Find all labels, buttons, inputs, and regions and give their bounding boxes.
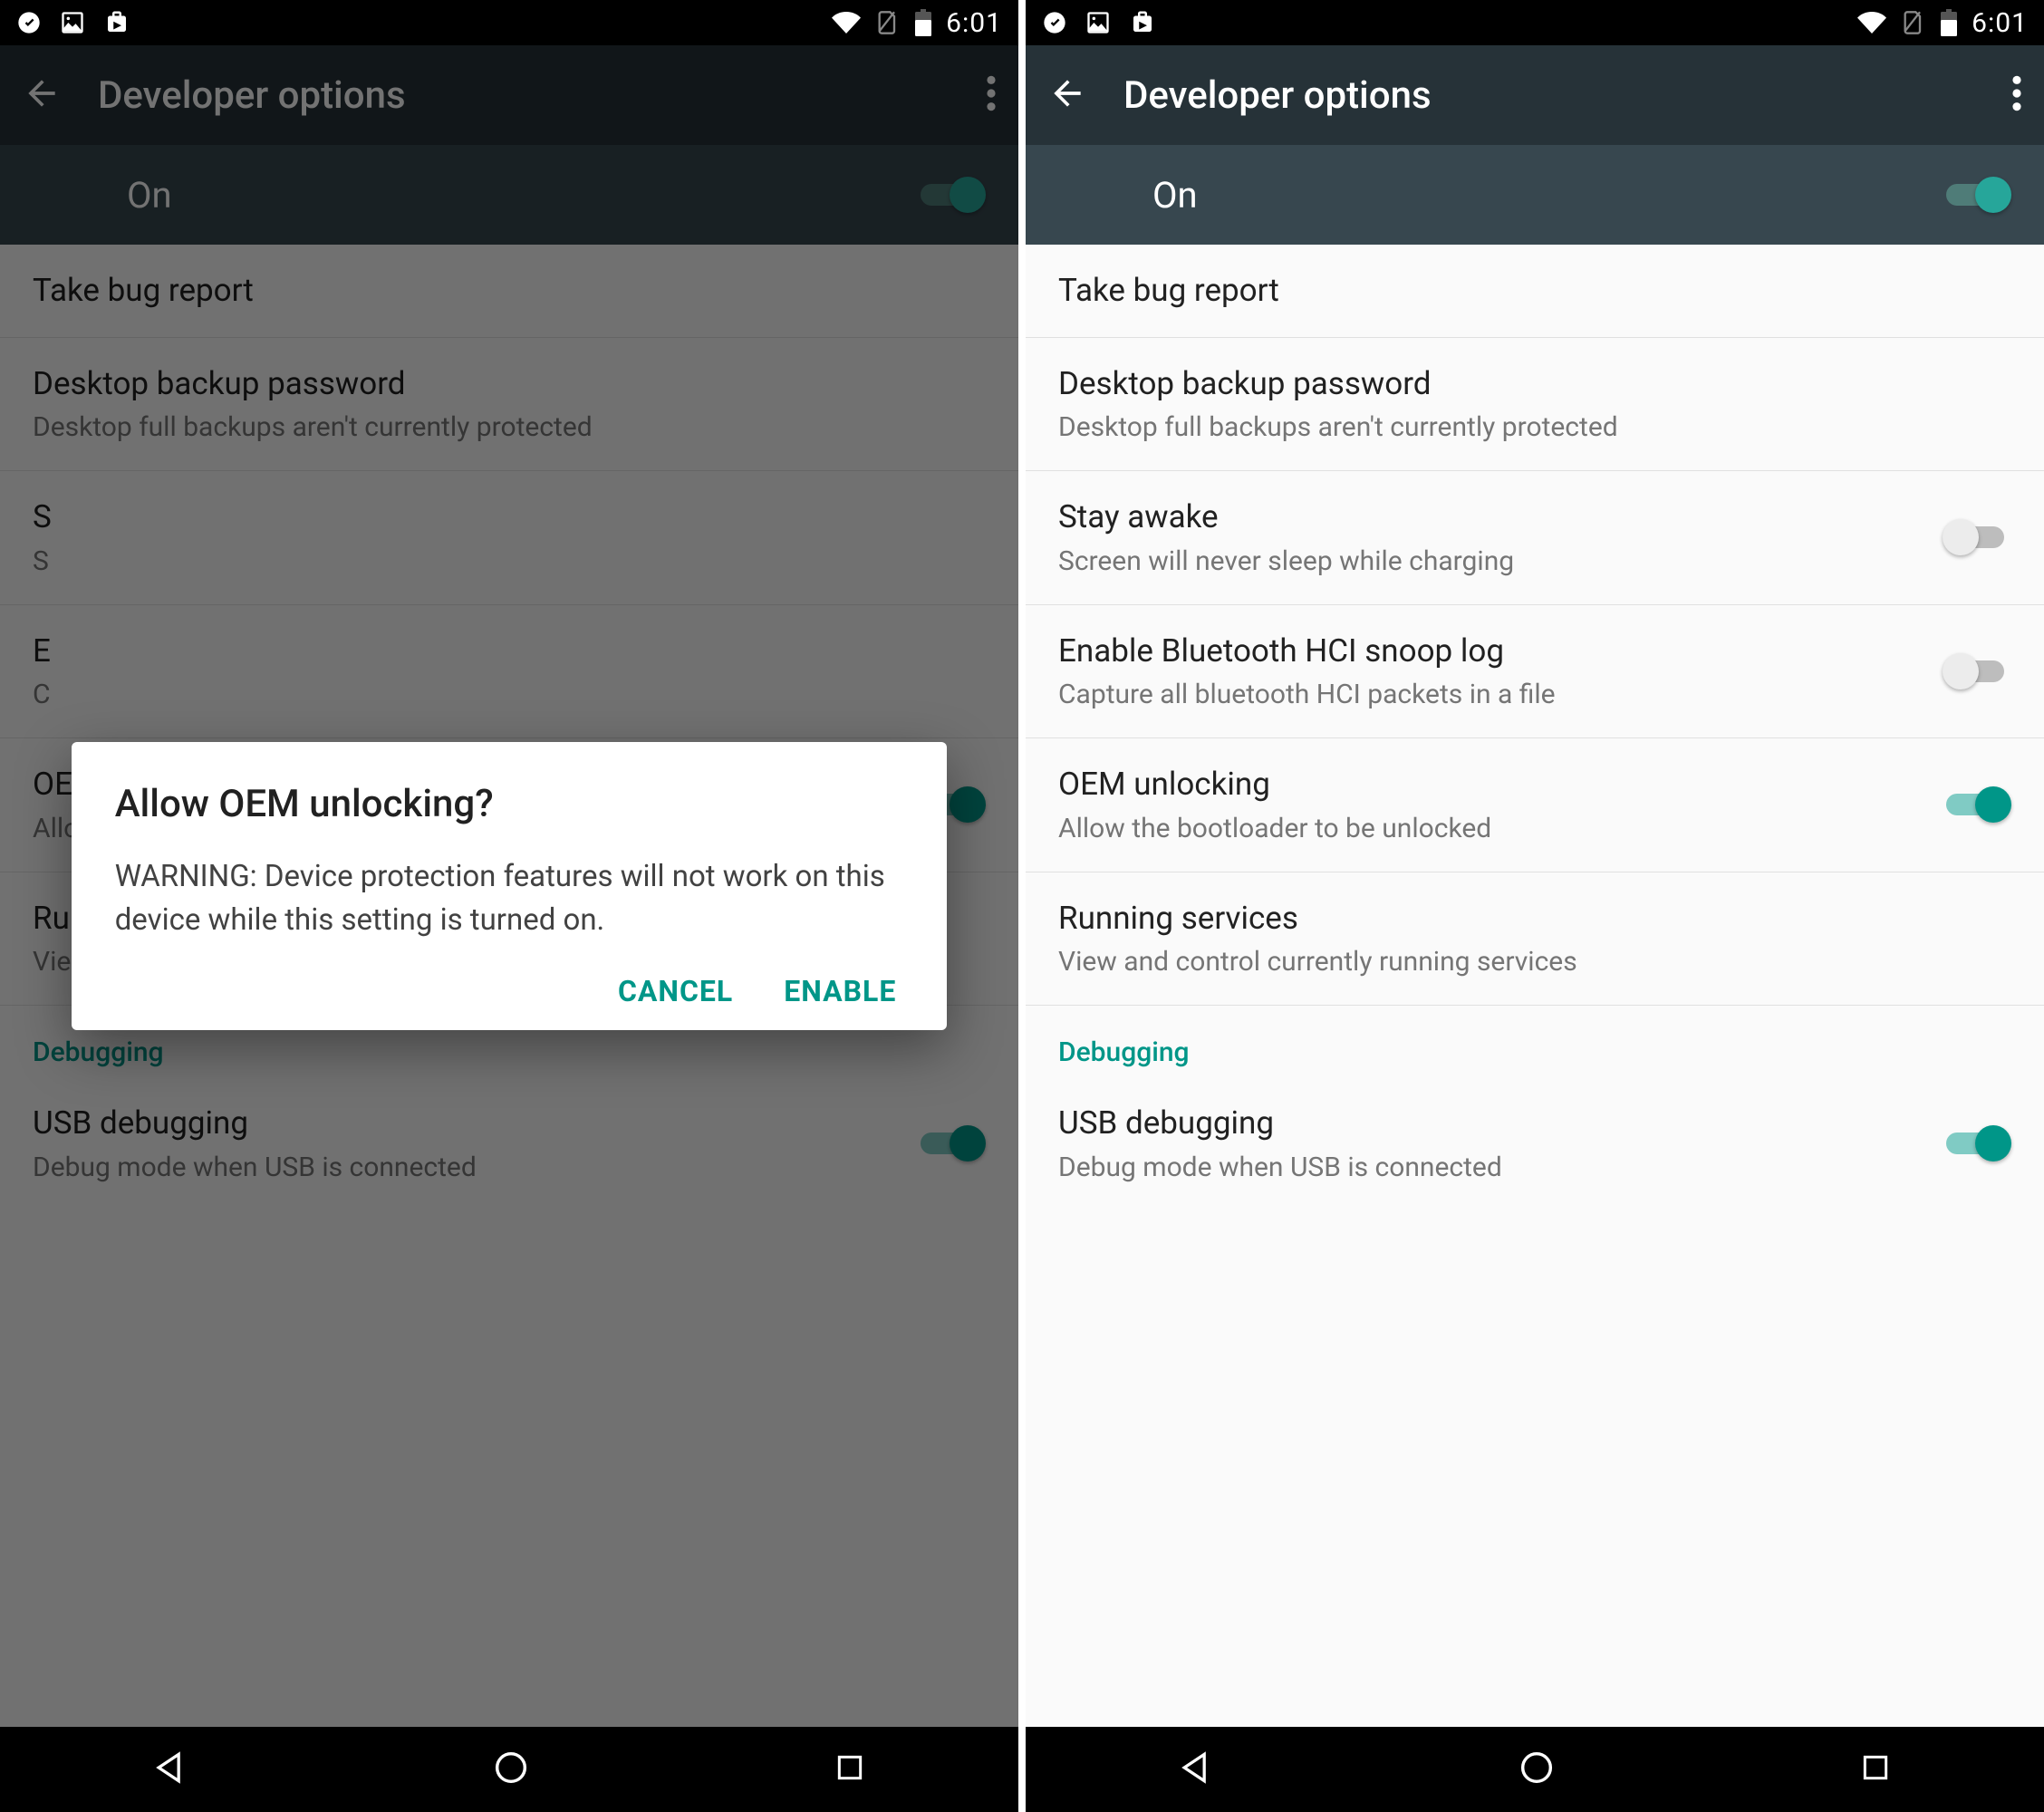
item-primary: OEM unlocking [1058, 764, 1915, 805]
dialog-title: Allow OEM unlocking? [115, 782, 904, 826]
master-toggle-label: On [1152, 174, 1198, 217]
bluetooth-hci-item[interactable]: Enable Bluetooth HCI snoop log Capture a… [1026, 605, 2044, 739]
nav-recent-icon[interactable] [1857, 1749, 1894, 1789]
stay-awake-switch[interactable] [1943, 516, 2011, 558]
settings-list: Take bug report Desktop backup password … [1026, 245, 2044, 1727]
item-secondary: Allow the bootloader to be unlocked [1058, 811, 1915, 846]
battery-icon [1941, 9, 1957, 36]
navigation-bar [1026, 1727, 2044, 1812]
no-sim-icon [1901, 10, 1926, 35]
nav-recent-icon[interactable] [832, 1749, 868, 1789]
item-primary: Enable Bluetooth HCI snoop log [1058, 631, 1915, 672]
item-primary: Stay awake [1058, 496, 1915, 538]
battery-icon [915, 9, 931, 36]
running-services-item[interactable]: Running services View and control curren… [1026, 872, 2044, 1007]
oem-unlock-dialog: Allow OEM unlocking? WARNING: Device pro… [72, 742, 948, 1031]
status-clock: 6:01 [946, 7, 1002, 39]
desktop-backup-password-item[interactable]: Desktop backup password Desktop full bac… [1026, 338, 2044, 472]
nav-home-icon[interactable] [490, 1747, 532, 1792]
master-toggle-switch[interactable] [1943, 174, 2011, 216]
play-store-icon [103, 9, 130, 36]
item-secondary: Desktop full backups aren't currently pr… [1058, 410, 1984, 445]
item-secondary: Screen will never sleep while charging [1058, 544, 1915, 579]
item-secondary: Capture all bluetooth HCI packets in a f… [1058, 677, 1915, 712]
nav-back-icon[interactable] [150, 1748, 190, 1791]
dialog-body: WARNING: Device protection features will… [115, 855, 904, 942]
phone-with-dialog: 6:01 Developer options On Take bug repor… [0, 0, 1018, 1812]
image-icon [1085, 10, 1111, 35]
status-bar: 6:01 [0, 0, 1018, 45]
cancel-button[interactable]: CANCEL [618, 974, 733, 1008]
dialog-scrim[interactable]: Allow OEM unlocking? WARNING: Device pro… [0, 45, 1018, 1727]
item-primary: Running services [1058, 898, 1984, 940]
item-primary: Desktop backup password [1058, 363, 1984, 405]
notification-icon [1042, 10, 1067, 35]
enable-button[interactable]: ENABLE [784, 974, 896, 1008]
overflow-menu-icon[interactable] [2011, 73, 2022, 117]
usb-debugging-item[interactable]: USB debugging Debug mode when USB is con… [1026, 1077, 2044, 1210]
play-store-icon [1129, 9, 1156, 36]
oem-unlocking-item[interactable]: OEM unlocking Allow the bootloader to be… [1026, 738, 2044, 872]
notification-icon [16, 10, 42, 35]
page-title: Developer options [1123, 73, 1432, 118]
item-secondary: Debug mode when USB is connected [1058, 1150, 1915, 1185]
master-toggle-row[interactable]: On [1026, 145, 2044, 245]
phone-plain: 6:01 Developer options On Take bug repor… [1026, 0, 2044, 1812]
status-bar: 6:01 [1026, 0, 2044, 45]
nav-home-icon[interactable] [1516, 1747, 1557, 1792]
navigation-bar [0, 1727, 1018, 1812]
item-primary: Take bug report [1058, 270, 1984, 312]
app-bar: Developer options [1026, 45, 2044, 145]
nav-back-icon[interactable] [1176, 1748, 1216, 1791]
wifi-icon [832, 8, 861, 37]
stay-awake-item[interactable]: Stay awake Screen will never sleep while… [1026, 471, 2044, 605]
wifi-icon [1857, 8, 1886, 37]
usb-debugging-switch[interactable] [1943, 1123, 2011, 1164]
back-icon[interactable] [1047, 73, 1087, 117]
oem-unlocking-switch[interactable] [1943, 784, 2011, 825]
no-sim-icon [875, 10, 901, 35]
item-secondary: View and control currently running servi… [1058, 944, 1984, 979]
status-clock: 6:01 [1972, 7, 2028, 39]
take-bug-report-item[interactable]: Take bug report [1026, 245, 2044, 338]
debugging-section-header: Debugging [1026, 1006, 2044, 1077]
item-primary: USB debugging [1058, 1103, 1915, 1144]
bluetooth-hci-switch[interactable] [1943, 651, 2011, 692]
image-icon [60, 10, 85, 35]
